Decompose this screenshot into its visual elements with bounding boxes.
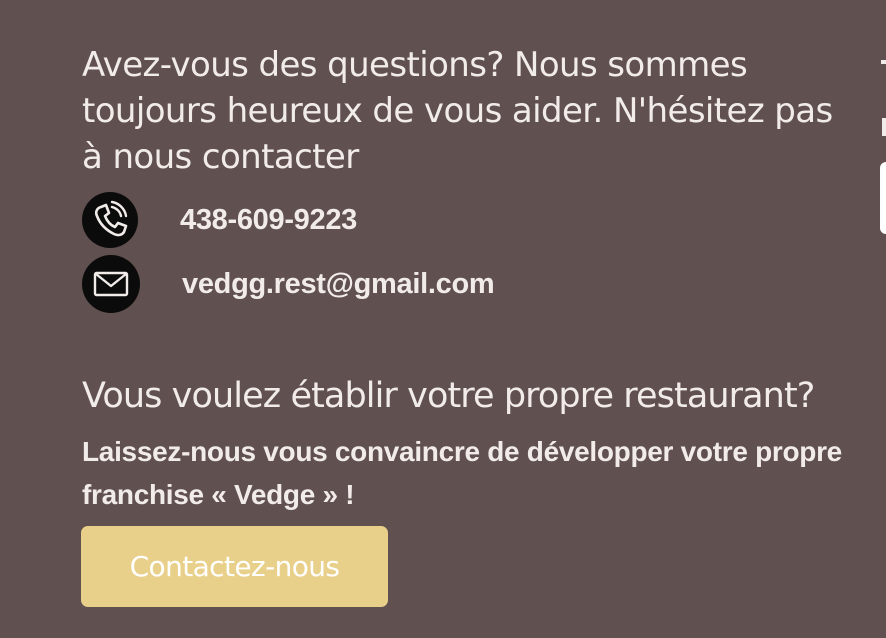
cropped-edge-mark [881,60,886,64]
franchise-heading: Vous voulez établir votre propre restaur… [82,376,815,416]
email-contact-row: vedgg.rest@gmail.com [82,255,495,313]
envelope-icon [82,255,140,313]
phone-icon [82,192,138,248]
email-address-link[interactable]: vedgg.rest@gmail.com [182,268,495,301]
contact-us-button[interactable]: Contactez-nous [81,526,388,607]
contact-intro-text: Avez-vous des questions? Nous sommes tou… [82,45,833,177]
franchise-subtitle: Laissez-nous vous convaincre de développ… [82,436,842,510]
cropped-form-field[interactable] [880,162,886,234]
phone-contact-row: 438-609-9223 [82,192,357,248]
cropped-edge-mark [882,118,886,136]
phone-number-link[interactable]: 438-609-9223 [180,204,357,237]
